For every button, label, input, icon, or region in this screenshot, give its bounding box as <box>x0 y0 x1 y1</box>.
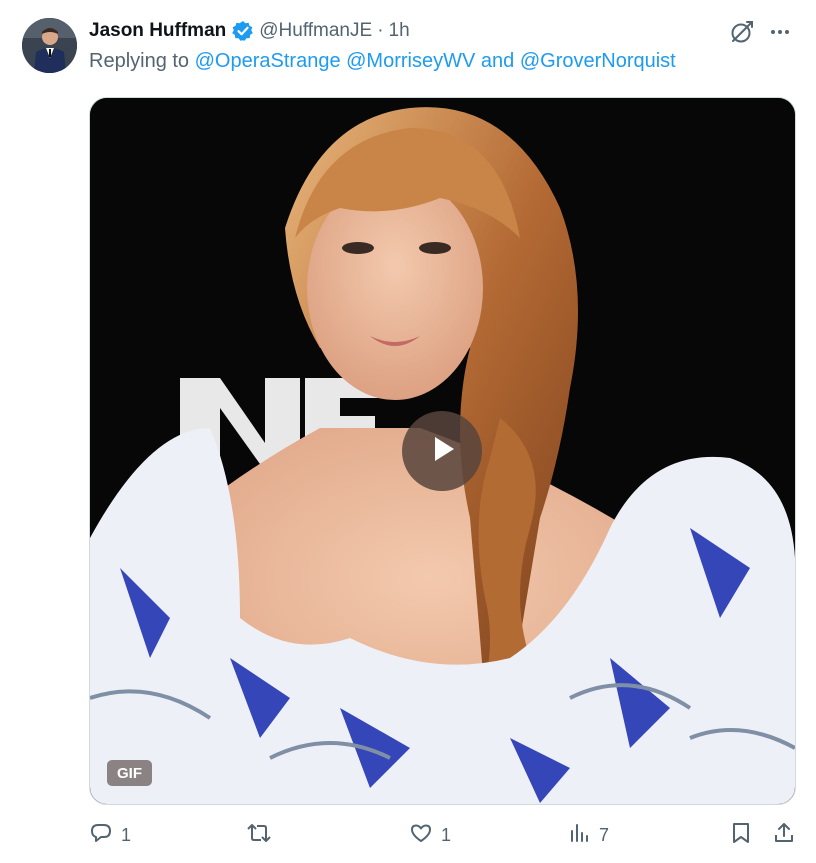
play-button[interactable] <box>402 411 482 491</box>
author-name[interactable]: Jason Huffman <box>89 20 226 42</box>
views-button[interactable]: 7 <box>569 820 609 850</box>
tweet-header: Jason Huffman @HuffmanJE · 1h <box>89 18 410 44</box>
separator-dot: · <box>377 20 384 41</box>
views-icon <box>569 821 591 850</box>
like-button[interactable]: 1 <box>409 820 451 850</box>
more-icon[interactable] <box>766 18 794 46</box>
like-count: 1 <box>441 824 452 845</box>
repost-button[interactable] <box>246 820 280 850</box>
mention-link-2[interactable]: @MorriseyWV <box>346 50 475 72</box>
reply-icon <box>89 821 113 850</box>
play-icon <box>425 432 459 471</box>
tweet-top-actions <box>728 18 794 46</box>
grok-icon[interactable] <box>728 18 756 46</box>
mention-link-3[interactable]: @GroverNorquist <box>520 50 676 72</box>
repost-icon <box>246 821 272 850</box>
tweet-actions-bar: 1 1 7 <box>89 820 799 850</box>
gif-media[interactable]: GIF <box>89 97 796 805</box>
like-icon <box>409 821 433 850</box>
views-count: 7 <box>599 824 610 845</box>
replying-to-line: Replying to @OperaStrange @MorriseyWV an… <box>89 50 676 73</box>
avatar-image <box>22 18 77 73</box>
bookmark-button[interactable] <box>729 820 753 850</box>
tweet[interactable]: Jason Huffman @HuffmanJE · 1h Replying t… <box>0 0 816 863</box>
bookmark-icon <box>729 821 753 850</box>
reply-button[interactable]: 1 <box>89 820 131 850</box>
replying-prefix: Replying to <box>89 50 190 72</box>
author-handle[interactable]: @HuffmanJE <box>259 20 372 42</box>
reply-count: 1 <box>121 824 132 845</box>
mention-joiner: and <box>480 50 515 72</box>
share-button[interactable] <box>772 820 796 850</box>
verified-badge-icon <box>232 20 254 42</box>
mention-link-1[interactable]: @OperaStrange <box>195 50 341 72</box>
gif-badge: GIF <box>107 760 152 786</box>
timestamp[interactable]: 1h <box>389 20 410 42</box>
avatar[interactable] <box>22 18 77 73</box>
share-icon <box>772 821 796 850</box>
